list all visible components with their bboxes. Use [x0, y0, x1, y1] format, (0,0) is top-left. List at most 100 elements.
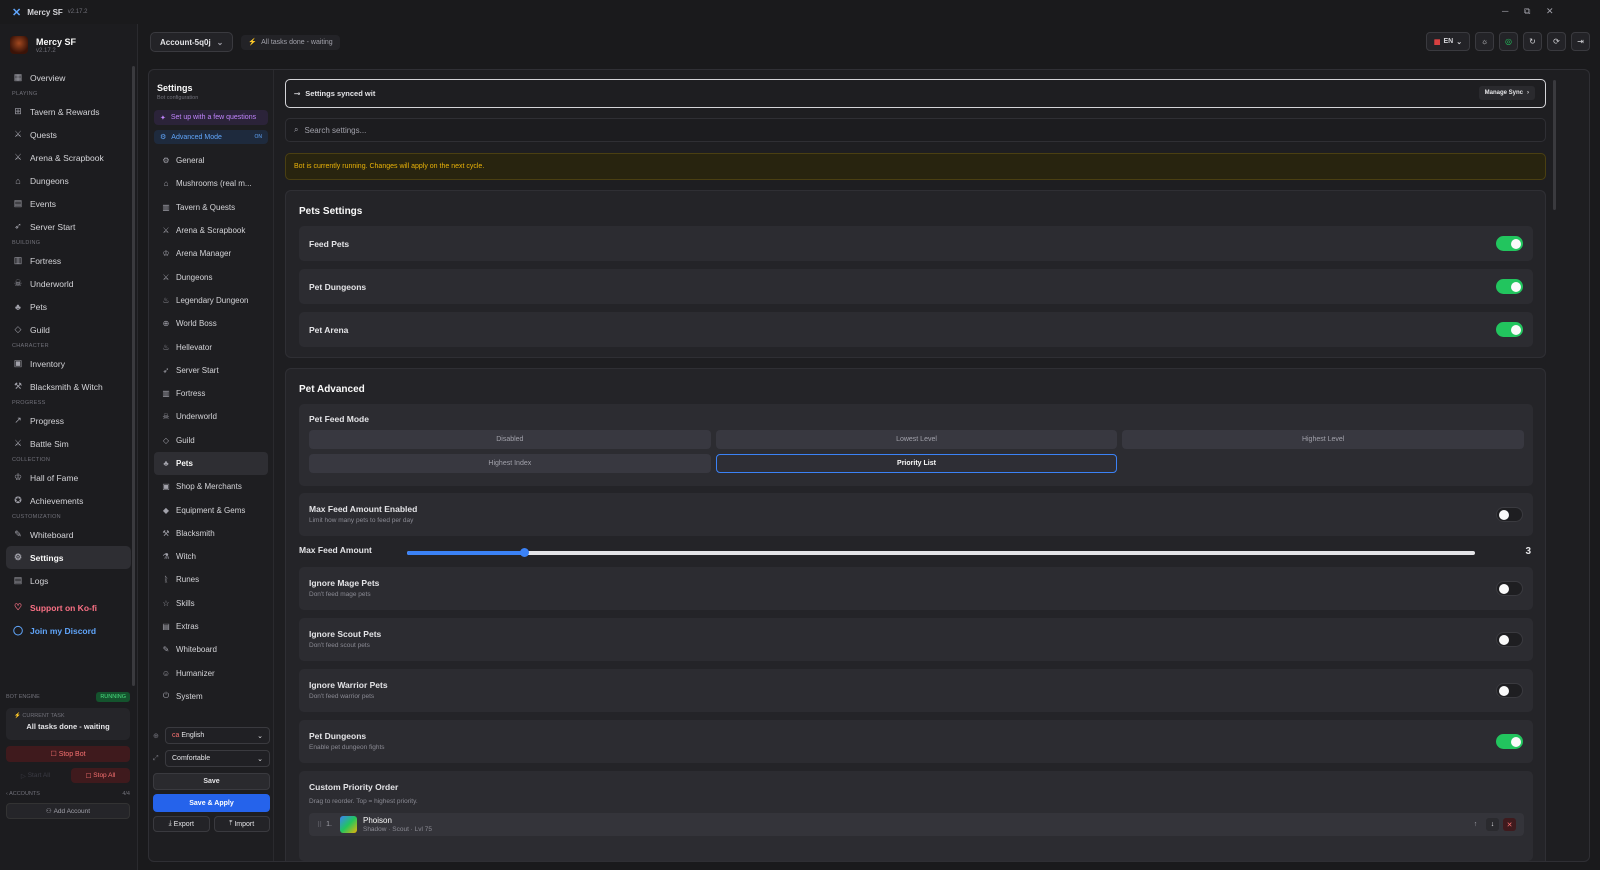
nav-server-start[interactable]: ➶ Server Start [0, 215, 137, 238]
pen-icon: ✎ [162, 645, 170, 655]
pet-arena-toggle[interactable] [1496, 322, 1523, 337]
save-apply-button[interactable]: Save & Apply [153, 794, 270, 812]
remove-button[interactable]: ✕ [1503, 818, 1516, 831]
section-customization: CUSTOMIZATION [12, 514, 61, 520]
nav-pets[interactable]: ♣ Pets [0, 295, 137, 318]
nav-settings[interactable]: ⚙ Settings [6, 546, 131, 569]
feed-pets-toggle[interactable] [1496, 236, 1523, 251]
gear-icon: ⚙ [162, 156, 170, 166]
start-all-button[interactable]: ▷ Start All [6, 768, 65, 783]
density-select[interactable]: Comfortable ⌄ [165, 750, 270, 767]
sync-button[interactable]: ⟳ [1547, 32, 1566, 51]
settings-nav-arena[interactable]: ⚔ Arena & Scrapbook [149, 219, 273, 242]
settings-nav-pets[interactable]: ♣ Pets [154, 451, 268, 476]
nav-achievements[interactable]: ✪ Achievements [0, 489, 137, 512]
nav-arena[interactable]: ⚔ Arena & Scrapbook [0, 146, 137, 169]
theme-toggle-button[interactable]: ☼ [1475, 32, 1494, 51]
advanced-mode-toggle[interactable]: ⚙ Advanced Mode ON [154, 130, 268, 144]
max-feed-amount-slider[interactable] [407, 548, 1475, 557]
visibility-toggle-button[interactable]: ◎ [1499, 32, 1518, 51]
settings-nav-humanizer[interactable]: ☺ Humanizer [149, 662, 273, 685]
stop-icon: ☐ [50, 751, 59, 758]
ignore-warrior-toggle[interactable] [1496, 683, 1523, 698]
pet-dungeons-fight-toggle[interactable] [1496, 734, 1523, 749]
settings-nav-fortress[interactable]: ▥ Fortress [149, 382, 273, 405]
move-up-button[interactable]: ↑ [1469, 818, 1482, 831]
nav-battle-sim[interactable]: ⚔ Battle Sim [0, 432, 137, 455]
nav-tavern[interactable]: ⊞ Tavern & Rewards [0, 100, 137, 123]
nav-overview[interactable]: ▦ Overview [0, 66, 137, 89]
language-button[interactable]: ▦ EN ⌄ [1426, 32, 1470, 51]
settings-nav-guild[interactable]: ◇ Guild [149, 429, 273, 452]
nav-events[interactable]: ▤ Events [0, 192, 137, 215]
nav-blacksmith[interactable]: ⚒ Blacksmith & Witch [0, 375, 137, 398]
settings-nav-dungeons[interactable]: ⚔ Dungeons [149, 265, 273, 288]
drag-handle-icon[interactable]: ⠿ [317, 821, 322, 829]
settings-nav-extras[interactable]: ▤ Extras [149, 615, 273, 638]
nav-logs[interactable]: ▤ Logs [0, 569, 137, 592]
settings-nav-witch[interactable]: ⚗ Witch [149, 545, 273, 568]
sidebar-scrollbar[interactable] [132, 66, 135, 686]
settings-nav-underworld[interactable]: ☠ Underworld [149, 405, 273, 428]
settings-nav-general[interactable]: ⚙ General [149, 149, 273, 172]
export-button[interactable]: ⤓ Export [153, 816, 210, 832]
manage-sync-button[interactable]: Manage Sync › [1478, 86, 1535, 100]
nav-kofi[interactable]: ♡ Support on Ko-fi [0, 596, 137, 619]
nav-dungeons[interactable]: ⌂ Dungeons [0, 169, 137, 192]
nav-hall-of-fame[interactable]: ♔ Hall of Fame [0, 466, 137, 489]
maximize-button[interactable]: ⧉ [1524, 6, 1530, 17]
slider-handle[interactable] [520, 548, 530, 557]
account-selector[interactable]: Account-5q0j ⌄ [150, 32, 234, 52]
close-button[interactable]: ✕ [1546, 6, 1554, 17]
settings-nav-legendary-dungeon[interactable]: ♨ Legendary Dungeon [149, 289, 273, 312]
mode-lowest-level[interactable]: Lowest Level [715, 430, 1118, 449]
link-icon: ⊸ [294, 89, 301, 98]
settings-nav-skills[interactable]: ☆ Skills [149, 592, 273, 615]
max-feed-enabled-toggle[interactable] [1496, 507, 1523, 522]
nav-progress[interactable]: ↗ Progress [0, 409, 137, 432]
settings-nav-runes[interactable]: ᚱ Runes [149, 568, 273, 591]
settings-nav-system[interactable]: ⏻ System [149, 685, 273, 708]
pet-dungeons-toggle[interactable] [1496, 279, 1523, 294]
accounts-count: 4/4 [122, 791, 130, 797]
ignore-mage-toggle[interactable] [1496, 581, 1523, 596]
nav-quests[interactable]: ⚔ Quests [0, 123, 137, 146]
pet-advanced-title: Pet Advanced [299, 384, 365, 395]
settings-nav-hellevator[interactable]: ♨ Hellevator [149, 335, 273, 358]
settings-nav-equipment[interactable]: ◆ Equipment & Gems [149, 498, 273, 521]
content-scrollbar[interactable] [1553, 80, 1556, 210]
stop-bot-button[interactable]: ☐ Stop Bot [6, 746, 130, 762]
mode-priority-list[interactable]: Priority List [715, 454, 1118, 473]
nav-whiteboard[interactable]: ✎ Whiteboard [0, 523, 137, 546]
settings-nav-arena-manager[interactable]: ♔ Arena Manager [149, 242, 273, 265]
settings-nav-world-boss[interactable]: ⊕ World Boss [149, 312, 273, 335]
ignore-scout-toggle[interactable] [1496, 632, 1523, 647]
settings-nav-blacksmith[interactable]: ⚒ Blacksmith [149, 522, 273, 545]
accounts-label[interactable]: ACCOUNTS [9, 791, 40, 797]
save-button[interactable]: Save [153, 773, 270, 790]
nav-guild[interactable]: ◇ Guild [0, 318, 137, 341]
language-select[interactable]: ca English ⌄ [165, 727, 270, 744]
nav-underworld[interactable]: ☠ Underworld [0, 272, 137, 295]
list-item[interactable]: ⠿ 1. Phoison Shadow · Scout · Lvl 75 ↑ ↓… [309, 813, 1524, 836]
nav-fortress[interactable]: ▥ Fortress [0, 249, 137, 272]
stop-all-button[interactable]: ☐ Stop All [71, 768, 130, 783]
nav-discord[interactable]: ◯ Join my Discord [0, 619, 137, 642]
search-settings-input[interactable]: ⌕ Search settings... [285, 118, 1546, 142]
settings-nav-server-start[interactable]: ➶ Server Start [149, 359, 273, 382]
settings-nav-whiteboard[interactable]: ✎ Whiteboard [149, 638, 273, 661]
refresh-button[interactable]: ↻ [1523, 32, 1542, 51]
mode-highest-index[interactable]: Highest Index [309, 454, 711, 473]
settings-nav-tavern[interactable]: ▥ Tavern & Quests [149, 196, 273, 219]
logout-button[interactable]: ⇥ [1571, 32, 1590, 51]
mode-disabled[interactable]: Disabled [309, 430, 711, 449]
move-down-button[interactable]: ↓ [1486, 818, 1499, 831]
add-account-button[interactable]: ⚇ Add Account [6, 803, 130, 819]
setup-wizard-button[interactable]: ✦ Set up with a few questions [154, 110, 268, 125]
import-button[interactable]: ⤒ Import [213, 816, 270, 832]
mode-highest-level[interactable]: Highest Level [1122, 430, 1524, 449]
settings-nav-shop[interactable]: ▣ Shop & Merchants [149, 475, 273, 498]
settings-nav-mushrooms[interactable]: ⌂ Mushrooms (real m... [149, 172, 273, 195]
minimize-button[interactable]: ─ [1502, 6, 1508, 16]
nav-inventory[interactable]: ▣ Inventory [0, 352, 137, 375]
